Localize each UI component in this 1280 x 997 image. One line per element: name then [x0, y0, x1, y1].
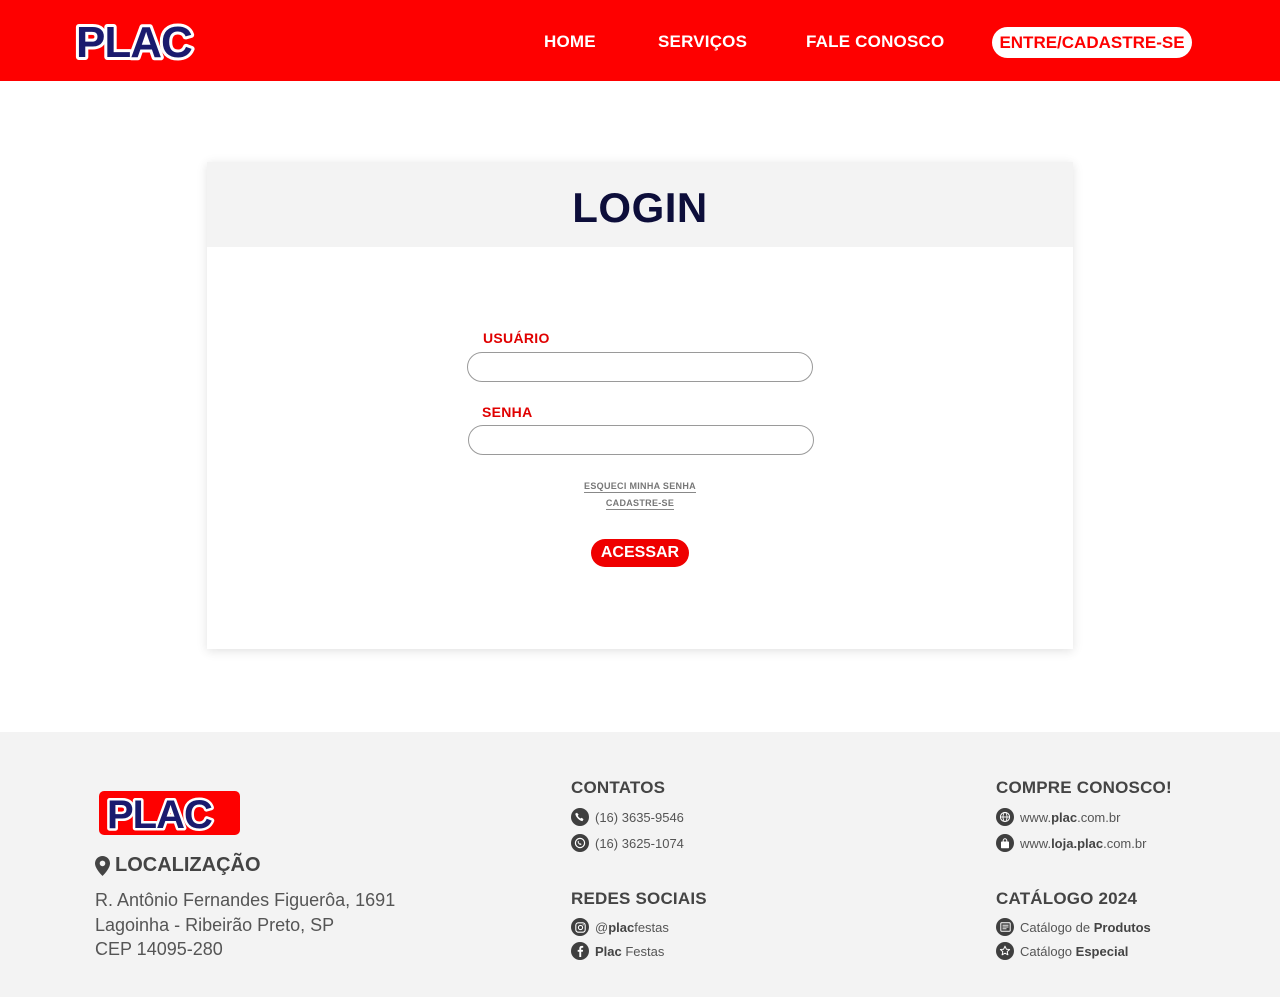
star-icon	[996, 942, 1014, 960]
address-city: Lagoinha - Ribeirão Preto, SP	[95, 915, 335, 935]
products-prefix: Catálogo de	[1020, 919, 1094, 935]
special-bold: Especial	[1075, 943, 1129, 959]
footer-logo-text: PLAC	[107, 793, 212, 835]
special-prefix: Catálogo	[1020, 943, 1076, 959]
online-store-link[interactable]: www.loja.plac.com.br	[996, 834, 1146, 852]
globe-icon	[996, 808, 1014, 826]
whatsapp-contact[interactable]: (16) 3625-1074	[571, 834, 684, 852]
access-button[interactable]: ACESSAR	[591, 539, 689, 567]
facebook-icon	[571, 942, 589, 960]
buy-heading: COMPRE CONOSCO!	[996, 778, 1172, 797]
phone-number: (16) 3635-9546	[595, 809, 684, 825]
nav-servicos-link[interactable]: SERVIÇOS	[658, 32, 747, 52]
website-suffix: .com.br	[1077, 809, 1121, 825]
catalog-book-icon	[996, 918, 1014, 936]
products-catalog-link[interactable]: Catálogo de Produtos	[996, 918, 1151, 936]
location-title: LOCALIZAÇÃO	[115, 854, 261, 876]
plac-logo[interactable]: PLAC PLAC	[74, 20, 222, 64]
instagram-suffix: festas	[634, 919, 669, 935]
catalog-heading: CATÁLOGO 2024	[996, 889, 1138, 908]
address-street: R. Antônio Fernandes Figuerôa, 1691	[95, 890, 396, 910]
special-catalog-label: Catálogo Especial	[1020, 944, 1128, 959]
whatsapp-number: (16) 3625-1074	[595, 835, 684, 851]
footer-plac-logo-graphic: PLAC PLAC	[99, 791, 240, 835]
store-prefix: www.	[1020, 835, 1052, 851]
website-link[interactable]: www.plac.com.br	[996, 808, 1120, 826]
password-input[interactable]	[468, 425, 814, 455]
website-bold: plac	[1051, 809, 1078, 825]
social-heading: REDES SOCIAIS	[571, 889, 707, 908]
footer-plac-logo[interactable]: PLAC PLAC	[99, 791, 240, 835]
facebook-bold: Plac	[595, 943, 622, 959]
plac-logo-graphic: PLAC PLAC	[74, 20, 196, 64]
location-heading: LOCALIZAÇÃO	[95, 854, 261, 877]
whatsapp-icon	[571, 834, 589, 852]
online-store-url: www.loja.plac.com.br	[1020, 836, 1146, 851]
site-footer: PLAC PLAC LOCALIZAÇÃO R. Antônio Fernand…	[0, 732, 1280, 997]
instagram-handle: @placfestas	[595, 920, 669, 935]
instagram-icon	[571, 918, 589, 936]
facebook-suffix: Festas	[621, 943, 665, 959]
signup-link-row: CADASTRE-SE	[207, 498, 1073, 510]
forgot-password-link[interactable]: ESQUECI MINHA SENHA	[584, 481, 696, 493]
special-catalog-link[interactable]: Catálogo Especial	[996, 942, 1128, 960]
products-catalog-label: Catálogo de Produtos	[1020, 920, 1151, 935]
nav-home-link[interactable]: HOME	[544, 32, 596, 52]
instagram-prefix: @	[595, 919, 609, 935]
forgot-password-link-row: ESQUECI MINHA SENHA	[207, 481, 1073, 493]
username-label: USUÁRIO	[483, 330, 550, 346]
map-pin-icon	[95, 855, 110, 876]
website-url: www.plac.com.br	[1020, 810, 1120, 825]
store-bold: loja.plac	[1051, 835, 1104, 851]
phone-contact[interactable]: (16) 3635-9546	[571, 808, 684, 826]
address-zip: CEP 14095-280	[95, 939, 223, 959]
facebook-link[interactable]: Plac Festas	[571, 942, 664, 960]
site-header: PLAC PLAC HOME SERVIÇOS FALE CONOSCO ENT…	[0, 0, 1280, 81]
contacts-heading: CONTATOS	[571, 778, 666, 797]
plac-logo-text: PLAC	[76, 20, 192, 64]
phone-icon	[571, 808, 589, 826]
login-card-header: LOGIN	[207, 162, 1073, 247]
login-title: LOGIN	[572, 184, 708, 231]
website-prefix: www.	[1020, 809, 1052, 825]
shopping-bag-icon	[996, 834, 1014, 852]
facebook-name: Plac Festas	[595, 944, 664, 959]
login-card: LOGIN USUÁRIO SENHA ESQUECI MINHA SENHA …	[207, 162, 1073, 649]
products-bold: Produtos	[1093, 919, 1151, 935]
password-label: SENHA	[482, 404, 533, 420]
nav-fale-conosco-link[interactable]: FALE CONOSCO	[806, 32, 944, 52]
instagram-bold: plac	[608, 919, 635, 935]
login-signup-button[interactable]: ENTRE/CADASTRE-SE	[992, 27, 1192, 58]
signup-link[interactable]: CADASTRE-SE	[605, 498, 675, 510]
instagram-link[interactable]: @placfestas	[571, 918, 669, 936]
username-input[interactable]	[467, 352, 813, 382]
store-suffix: .com.br	[1103, 835, 1147, 851]
